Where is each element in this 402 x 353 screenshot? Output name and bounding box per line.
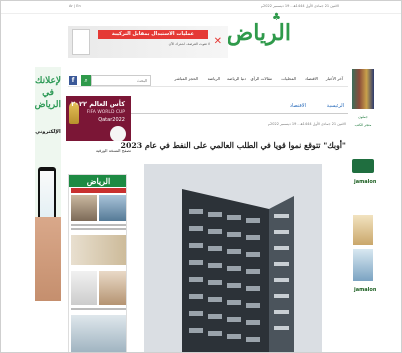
article-headline: "أوبك" تتوقع نموا قويا في الطلب العالمي … (120, 141, 346, 150)
palm-tree-icon: ♣ (272, 12, 281, 23)
browser-viewport: Ar | En الاثنين 21 جمادى الأول 1444هـ - … (0, 0, 402, 353)
newspaper-strip (71, 188, 126, 193)
nav-item-sports-world[interactable]: دنيا الرياضة (227, 76, 246, 81)
newspaper-image (71, 195, 97, 221)
print-edition-label[interactable]: تصفح النسخة الورقية (66, 148, 131, 153)
right-ad-logo: jamalon (354, 287, 376, 293)
breadcrumb-section[interactable]: الاقتصاد (290, 103, 306, 109)
breadcrumb: الرئيسية الاقتصاد (131, 102, 348, 114)
search-icon[interactable]: ⌕ (81, 75, 91, 86)
nav-item-economy[interactable]: الاقتصاد (305, 76, 318, 81)
newspaper-text-line (71, 308, 126, 310)
banner-subtext: لا تفوت الفرصة، اشترك الآن (168, 42, 210, 46)
right-ad-badge (352, 159, 374, 173)
article-date: الاثنين 21 جمادى الأول 1444هـ - 19 ديسمب… (267, 122, 346, 126)
breadcrumb-home[interactable]: الرئيسية (327, 103, 344, 109)
close-icon[interactable]: ✕ (214, 36, 222, 47)
nav-item-sports[interactable]: الرياضة (208, 76, 220, 81)
current-date: الاثنين 21 جمادى الأول 1444هـ - 19 ديسمب… (260, 4, 339, 8)
banner-product-image (72, 29, 90, 55)
nav-item-opinion[interactable]: مقالات الرأي (251, 76, 272, 81)
right-ad-logo: jamalon (354, 179, 376, 185)
newspaper-image (71, 315, 126, 352)
worldcup-brand: Qatar2022 (98, 117, 125, 123)
search-input[interactable] (91, 75, 151, 86)
right-skyscraper-ad[interactable]: جملون متجر الكتب jamalon jamalon (350, 67, 376, 301)
football-icon (110, 126, 126, 141)
newspaper-image (71, 271, 97, 305)
right-ad-label: جملون (358, 115, 368, 119)
right-ad-label: متجر الكتب (354, 123, 372, 127)
banner-headline: عمليات الاستبدال بمقابل التركيبة (98, 30, 208, 39)
hand-image (35, 217, 61, 301)
site-logo-text: الرياض (226, 20, 291, 46)
header-banner-ad[interactable]: عمليات الاستبدال بمقابل التركيبة لا تفوت… (68, 26, 228, 58)
nav-item-booking[interactable]: الحجز المباشر (174, 76, 198, 81)
nav-item-latest[interactable]: آخر الأخبار (326, 76, 343, 81)
book-cover-image (353, 249, 373, 281)
facebook-icon[interactable]: f (69, 76, 77, 85)
nav-item-local[interactable]: المحليات (281, 76, 296, 81)
print-edition-thumbnail[interactable]: الرياض (68, 174, 127, 352)
newspaper-image (71, 235, 126, 265)
worldcup-title: كأس العالم ٢٠٢٢ (71, 100, 125, 108)
worldcup-subtitle: FIFA WORLD CUP (86, 110, 125, 115)
worldcup-ad[interactable]: كأس العالم ٢٠٢٢ FIFA WORLD CUP Qatar2022 (66, 96, 131, 141)
top-info-bar: Ar | En الاثنين 21 جمادى الأول 1444هـ - … (1, 1, 401, 14)
newspaper-text-line (71, 224, 126, 226)
left-ad-subtitle: الإلكتروني (35, 129, 61, 135)
newspaper-image (99, 195, 126, 221)
newspaper-image (99, 271, 126, 305)
language-links[interactable]: Ar | En (69, 4, 81, 8)
books-image (352, 69, 374, 109)
left-ad-title: لإعلانك في الرياض (35, 76, 61, 110)
book-cover-image (353, 215, 373, 245)
left-skyscraper-ad[interactable]: لإعلانك في الرياض الإلكتروني (35, 67, 61, 301)
article-photo[interactable] (144, 164, 322, 352)
site-logo[interactable]: ♣ الرياض (226, 12, 291, 46)
newspaper-masthead: الرياض (69, 175, 126, 187)
building-photo (144, 164, 322, 352)
newspaper-text-line (71, 228, 126, 230)
